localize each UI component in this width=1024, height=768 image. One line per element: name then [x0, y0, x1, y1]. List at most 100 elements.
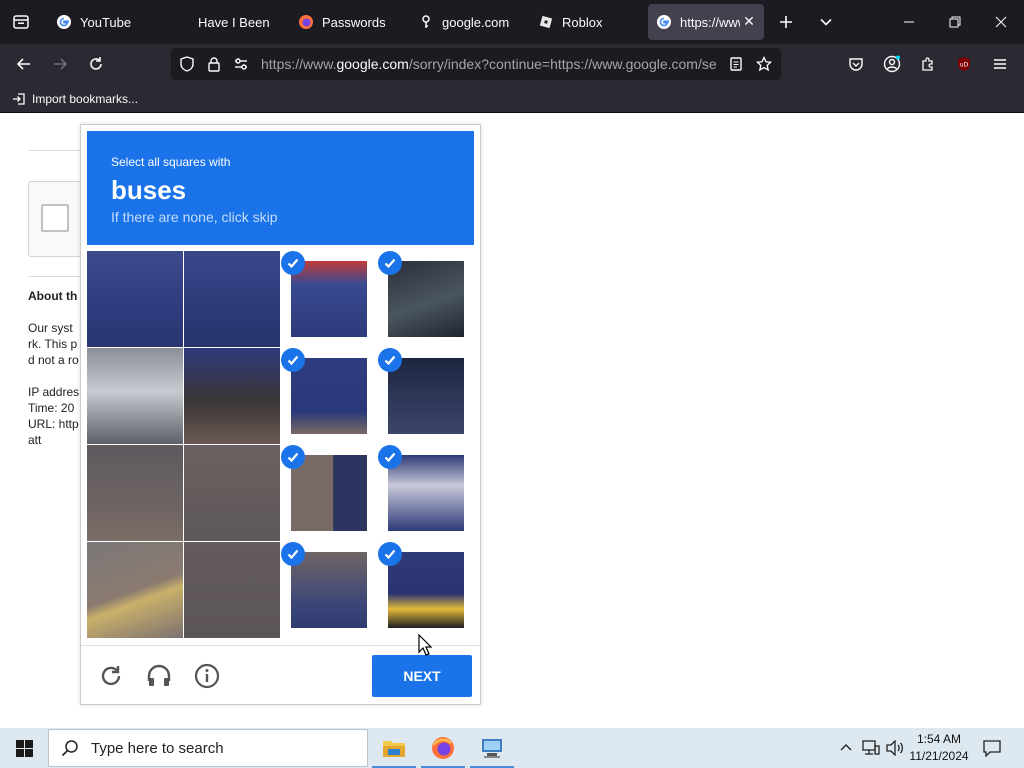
arrow-right-icon [54, 58, 68, 70]
back-button[interactable] [10, 50, 38, 78]
page-line: rk. This p [28, 337, 78, 351]
puzzle-icon [922, 57, 933, 71]
checkmark-icon [281, 348, 305, 372]
show-hidden-icons-button[interactable] [836, 728, 856, 768]
next-button[interactable]: NEXT [372, 655, 472, 697]
captcha-tile-3[interactable] [281, 251, 377, 347]
network-tray-button[interactable] [860, 728, 882, 768]
audio-challenge-button[interactable] [141, 658, 177, 694]
captcha-tile-2[interactable] [184, 251, 280, 347]
tab-title: Have I Been Pwned [198, 14, 272, 30]
divider [28, 150, 88, 151]
clock-date: 11/21/2024 [909, 749, 969, 763]
network-app-taskbar-button[interactable] [468, 728, 516, 768]
captcha-tile-6[interactable] [184, 348, 280, 444]
file-explorer-taskbar-button[interactable] [370, 728, 418, 768]
permissions-icon[interactable] [233, 56, 249, 77]
recaptcha-checkbox[interactable] [41, 204, 69, 232]
tile-image [87, 445, 183, 541]
chevron-down-icon [820, 18, 832, 26]
captcha-tile-5[interactable] [87, 348, 183, 444]
captcha-tile-8[interactable] [378, 348, 474, 444]
tile-image [388, 261, 464, 337]
address-bar[interactable]: https://www.google.com/sorry/index?conti… [171, 48, 781, 80]
forward-button[interactable] [46, 50, 74, 78]
page-line: d not a ro [28, 353, 79, 367]
ublock-icon: uD [958, 57, 970, 71]
import-bookmarks-item[interactable]: Import bookmarks... [12, 89, 138, 109]
url-text[interactable]: https://www.google.com/sorry/index?conti… [261, 48, 726, 80]
volume-tray-button[interactable] [884, 728, 906, 768]
arrow-left-icon [16, 58, 30, 70]
reload-challenge-button[interactable] [93, 658, 129, 694]
captcha-tile-16[interactable] [378, 542, 474, 638]
tile-image [184, 445, 280, 541]
lock-icon[interactable] [206, 56, 222, 77]
tab-passwords[interactable]: Passwords [290, 4, 400, 40]
headphones-icon [147, 664, 171, 686]
captcha-tile-10[interactable] [184, 445, 280, 541]
account-button[interactable] [878, 50, 906, 78]
google-icon [56, 14, 72, 30]
captcha-tile-7[interactable] [281, 348, 377, 444]
reader-view-icon[interactable] [728, 56, 744, 77]
taskbar-clock[interactable]: 1:54 AM 11/21/2024 [906, 731, 972, 765]
restore-button[interactable] [932, 0, 978, 44]
extensions-button[interactable] [914, 50, 942, 78]
reload-icon [101, 666, 121, 686]
firefox-taskbar-button[interactable] [419, 728, 467, 768]
tile-image [87, 542, 183, 638]
tab-have-i-been-pwned[interactable]: Have I Been Pwned [190, 4, 280, 40]
captcha-tile-15[interactable] [281, 542, 377, 638]
checkmark-icon [378, 445, 402, 469]
skip-hint: If there are none, click skip [111, 209, 278, 225]
tile-image [291, 358, 367, 434]
notifications-button[interactable] [978, 728, 1006, 768]
menu-button[interactable] [986, 50, 1014, 78]
divider [28, 276, 88, 277]
captcha-tile-9[interactable] [87, 445, 183, 541]
tile-image [388, 455, 464, 531]
notification-icon [983, 740, 1001, 757]
search-icon [61, 740, 78, 757]
captcha-tile-4[interactable] [378, 251, 474, 347]
tile-image [291, 455, 367, 531]
tracking-shield-icon[interactable] [179, 56, 195, 77]
info-line: IP addres [28, 385, 80, 399]
captcha-tile-1[interactable] [87, 251, 183, 347]
info-line: Time: 20 [28, 401, 75, 415]
tab-list-button[interactable] [0, 0, 42, 44]
minimize-button[interactable] [886, 0, 932, 44]
tile-image [291, 552, 367, 628]
tile-image [87, 348, 183, 444]
windows-logo-icon [15, 739, 33, 757]
help-button[interactable] [189, 658, 225, 694]
tab-google-sorry[interactable]: https://www.google.com ✕ [648, 4, 764, 40]
close-window-button[interactable] [978, 0, 1024, 44]
tile-image [388, 358, 464, 434]
captcha-tile-12[interactable] [378, 445, 474, 541]
captcha-tile-11[interactable] [281, 445, 377, 541]
taskbar-search-box[interactable]: Type here to search [48, 729, 368, 767]
ublock-button[interactable]: uD [950, 50, 978, 78]
info-line: URL: http [28, 417, 79, 431]
checkmark-icon [378, 251, 402, 275]
checkmark-icon [281, 542, 305, 566]
tab-roblox[interactable]: Roblox [530, 4, 640, 40]
tile-image [87, 251, 183, 347]
pocket-icon [849, 58, 863, 71]
reload-button[interactable] [82, 50, 110, 78]
start-button[interactable] [0, 728, 48, 768]
tab-youtube[interactable]: YouTube [48, 4, 180, 40]
bookmark-star-icon[interactable] [755, 55, 773, 77]
pocket-button[interactable] [842, 50, 870, 78]
challenge-header: Select all squares with buses If there a… [87, 131, 474, 245]
speaker-icon [886, 740, 904, 756]
tab-google-passwords[interactable]: google.com – [410, 4, 520, 40]
captcha-tile-13[interactable] [87, 542, 183, 638]
close-tab-icon[interactable]: ✕ [742, 14, 756, 28]
mouse-cursor-icon [418, 634, 432, 656]
list-all-tabs-button[interactable] [803, 0, 849, 44]
info-icon [194, 663, 220, 689]
captcha-tile-14[interactable] [184, 542, 280, 638]
